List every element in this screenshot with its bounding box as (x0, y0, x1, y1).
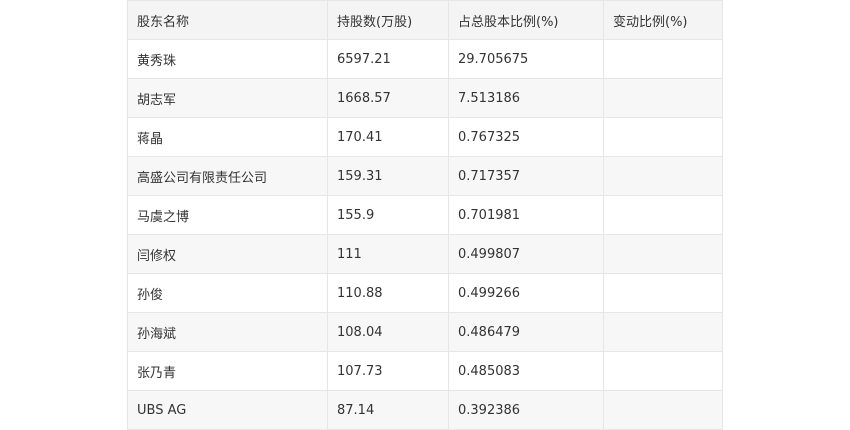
cell-change-ratio (603, 351, 723, 391)
cell-shareholder-name: 黄秀珠 (127, 39, 328, 79)
cell-share-ratio: 0.499266 (448, 273, 604, 313)
header-shareholder-name: 股东名称 (127, 0, 328, 40)
cell-share-ratio: 0.392386 (448, 390, 604, 430)
cell-shareholder-name: 马虞之博 (127, 195, 328, 235)
cell-shareholder-name: 蒋晶 (127, 117, 328, 157)
header-change-ratio: 变动比例(%) (603, 0, 723, 40)
shareholder-table: 股东名称 持股数(万股) 占总股本比例(%) 变动比例(%) 黄秀珠 6597.2… (127, 0, 723, 430)
cell-share-ratio: 0.499807 (448, 234, 604, 274)
cell-shares-held: 155.9 (327, 195, 449, 235)
cell-share-ratio: 0.717357 (448, 156, 604, 196)
cell-change-ratio (603, 312, 723, 352)
cell-shares-held: 108.04 (327, 312, 449, 352)
cell-shareholder-name: 高盛公司有限责任公司 (127, 156, 328, 196)
cell-shares-held: 107.73 (327, 351, 449, 391)
cell-change-ratio (603, 39, 723, 79)
table-row: 孙海斌 108.04 0.486479 (127, 312, 723, 352)
cell-share-ratio: 0.486479 (448, 312, 604, 352)
cell-shareholder-name: UBS AG (127, 390, 328, 430)
table-header-row: 股东名称 持股数(万股) 占总股本比例(%) 变动比例(%) (127, 0, 723, 40)
cell-change-ratio (603, 234, 723, 274)
cell-shareholder-name: 闫修权 (127, 234, 328, 274)
cell-shares-held: 170.41 (327, 117, 449, 157)
cell-shares-held: 6597.21 (327, 39, 449, 79)
cell-change-ratio (603, 273, 723, 313)
cell-shares-held: 159.31 (327, 156, 449, 196)
table-row: 张乃青 107.73 0.485083 (127, 351, 723, 391)
cell-shares-held: 110.88 (327, 273, 449, 313)
table-row: 高盛公司有限责任公司 159.31 0.717357 (127, 156, 723, 196)
cell-shares-held: 1668.57 (327, 78, 449, 118)
table-row: 黄秀珠 6597.21 29.705675 (127, 39, 723, 79)
cell-shareholder-name: 胡志军 (127, 78, 328, 118)
table-row: UBS AG 87.14 0.392386 (127, 390, 723, 430)
cell-change-ratio (603, 78, 723, 118)
cell-share-ratio: 0.701981 (448, 195, 604, 235)
cell-shareholder-name: 孙海斌 (127, 312, 328, 352)
shareholder-table-container: 股东名称 持股数(万股) 占总股本比例(%) 变动比例(%) 黄秀珠 6597.2… (127, 0, 723, 430)
cell-change-ratio (603, 117, 723, 157)
header-share-ratio: 占总股本比例(%) (448, 0, 604, 40)
cell-share-ratio: 29.705675 (448, 39, 604, 79)
table-row: 胡志军 1668.57 7.513186 (127, 78, 723, 118)
table-row: 马虞之博 155.9 0.701981 (127, 195, 723, 235)
header-shares-held: 持股数(万股) (327, 0, 449, 40)
cell-shares-held: 111 (327, 234, 449, 274)
cell-shareholder-name: 孙俊 (127, 273, 328, 313)
table-row: 蒋晶 170.41 0.767325 (127, 117, 723, 157)
cell-share-ratio: 7.513186 (448, 78, 604, 118)
cell-shares-held: 87.14 (327, 390, 449, 430)
cell-change-ratio (603, 156, 723, 196)
cell-change-ratio (603, 195, 723, 235)
cell-share-ratio: 0.485083 (448, 351, 604, 391)
table-row: 闫修权 111 0.499807 (127, 234, 723, 274)
cell-change-ratio (603, 390, 723, 430)
cell-shareholder-name: 张乃青 (127, 351, 328, 391)
cell-share-ratio: 0.767325 (448, 117, 604, 157)
table-row: 孙俊 110.88 0.499266 (127, 273, 723, 313)
